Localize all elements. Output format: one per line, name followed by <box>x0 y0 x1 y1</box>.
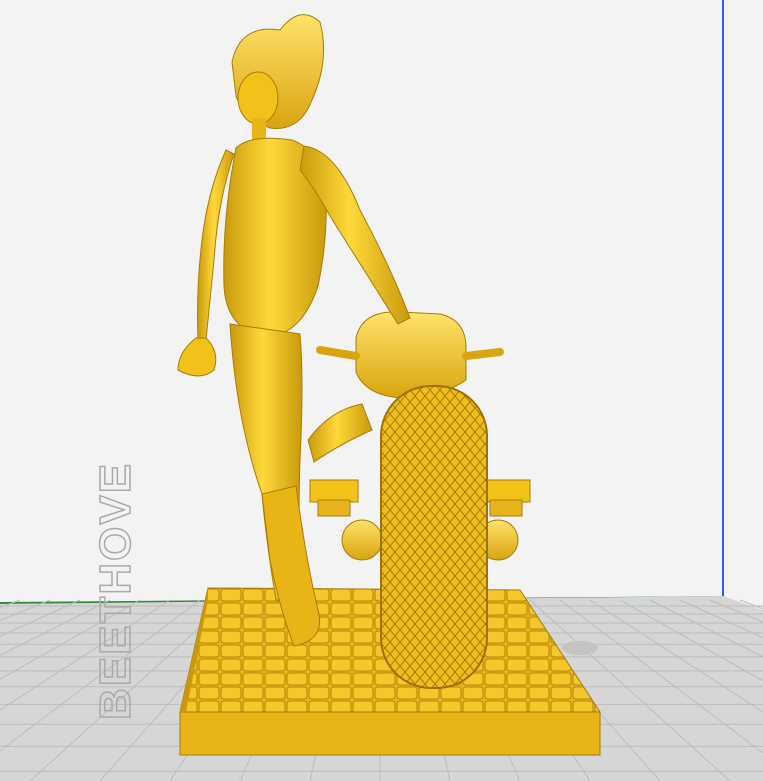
bed-marker <box>562 641 598 655</box>
bed-label-engraving: BEETHOVE <box>90 461 141 721</box>
scene-canvas[interactable]: BEETHOVE <box>0 0 763 781</box>
rear-tire <box>380 385 488 689</box>
3d-viewport[interactable]: BEETHOVE <box>0 0 763 781</box>
bed-label-text: BEETHOVE <box>91 462 140 720</box>
